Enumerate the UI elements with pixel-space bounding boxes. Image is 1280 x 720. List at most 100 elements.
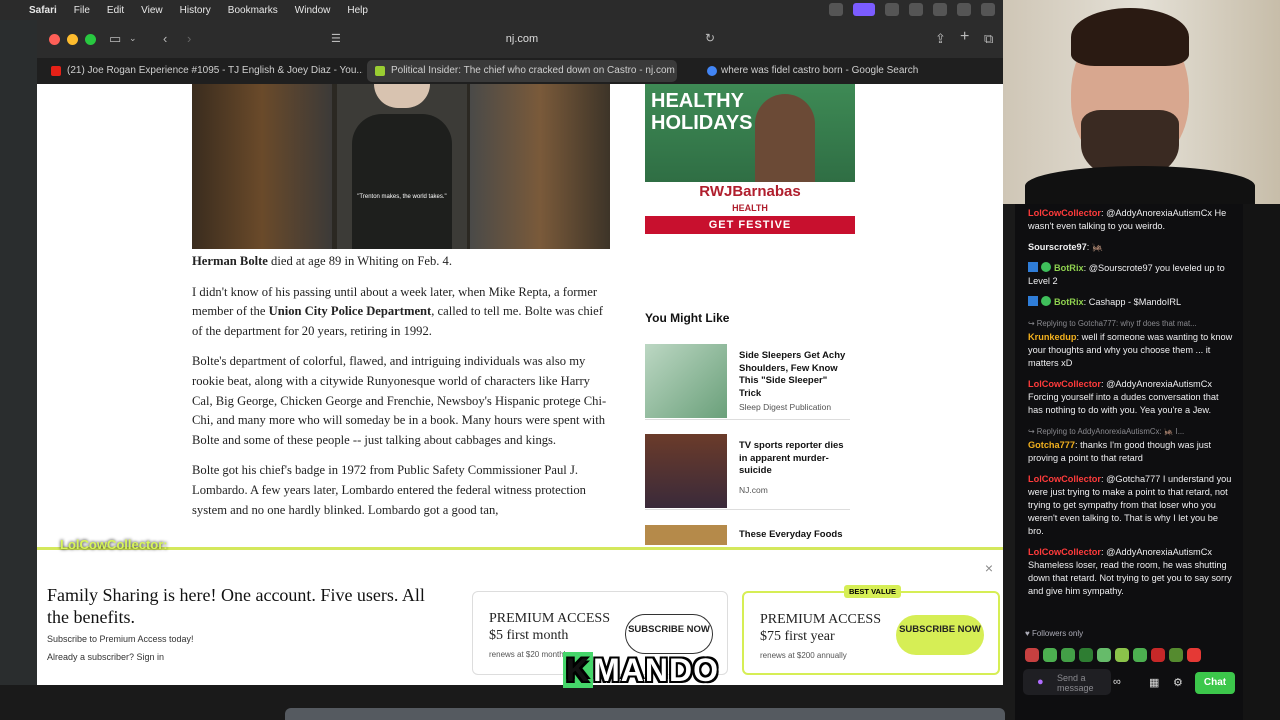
wifi-icon[interactable]: [981, 3, 995, 16]
chat-username[interactable]: LolCowCollector: [1028, 208, 1101, 218]
logo-k: K: [563, 652, 594, 688]
reply-context[interactable]: ↪ Replying to AddyAnorexiaAutismCx: 🦗 I.…: [1028, 425, 1233, 438]
sign-in-link[interactable]: Already a subscriber? Sign in: [47, 652, 164, 662]
reply-context[interactable]: ↪ Replying to Gotcha777: why tf does tha…: [1028, 317, 1233, 330]
premium-access-banner: × Family Sharing is here! One account. F…: [37, 547, 1003, 685]
emote-picker-icon[interactable]: ∞: [1113, 676, 1121, 688]
ad-brand-sub: HEALTH: [732, 203, 768, 213]
video-blur-left: [192, 84, 332, 249]
emote-icon[interactable]: [1043, 648, 1057, 662]
emote-icon[interactable]: [1025, 648, 1039, 662]
recommendation-item[interactable]: Side Sleepers Get Achy Shoulders, Few Kn…: [645, 344, 850, 420]
verified-badge-icon: [1041, 296, 1051, 306]
new-tab-icon[interactable]: +: [960, 28, 969, 46]
recommendation-title[interactable]: Side Sleepers Get Achy Shoulders, Few Kn…: [739, 350, 851, 400]
web-page: "Trenton makes, the world takes." Herman…: [37, 84, 1003, 685]
status-icon[interactable]: [909, 3, 923, 16]
tab-label: (21) Joe Rogan Experience #1095 - TJ Eng…: [67, 65, 363, 76]
chat-text: : 🦗: [1086, 242, 1104, 252]
chat-message: Sourscrote97: 🦗: [1028, 241, 1233, 254]
menu-view[interactable]: View: [141, 5, 163, 16]
zoom-window-button[interactable]: [85, 34, 96, 45]
safari-toolbar: ▭ ⌄ ‹ › ☰ nj.com ↻ ⇪ + ⧉: [37, 20, 1003, 58]
article-body: Herman Bolte died at age 89 in Whiting o…: [192, 252, 610, 531]
ad-logo: RWJBarnabas HEALTH: [645, 184, 855, 216]
tab-overview-icon[interactable]: ⧉: [984, 31, 993, 47]
recommendation-thumbnail: [645, 434, 727, 508]
recommendation-title[interactable]: TV sports reporter dies in apparent murd…: [739, 440, 851, 478]
advertisement[interactable]: HEALTHY HOLIDAYS RWJBarnabas HEALTH GET …: [645, 84, 855, 234]
tab-youtube[interactable]: (21) Joe Rogan Experience #1095 - TJ Eng…: [43, 60, 363, 82]
emote-icon[interactable]: [1133, 648, 1147, 662]
ad-image: HEALTHY HOLIDAYS: [645, 84, 855, 182]
emote-icon[interactable]: [1097, 648, 1111, 662]
stream-logo: KMANDO: [563, 652, 719, 689]
close-icon[interactable]: ×: [985, 560, 993, 576]
emote-icon[interactable]: [1187, 648, 1201, 662]
chat-username[interactable]: Gotcha777: [1028, 440, 1075, 450]
tab-google[interactable]: where was fidel castro born - Google Sea…: [681, 60, 981, 82]
youtube-icon: [51, 66, 61, 76]
menu-window[interactable]: Window: [295, 5, 331, 16]
menu-app-name[interactable]: Safari: [29, 5, 57, 16]
emote-icon[interactable]: [1169, 648, 1183, 662]
chat-message: LolCowCollector: @AddyAnorexiaAutismCx S…: [1028, 546, 1233, 598]
menu-edit[interactable]: Edit: [107, 5, 124, 16]
recommendation-item[interactable]: TV sports reporter dies in apparent murd…: [645, 434, 850, 510]
chevron-down-icon[interactable]: ⌄: [129, 33, 137, 44]
chat-username[interactable]: Krunkedup: [1028, 332, 1077, 342]
emote-icon[interactable]: [1151, 648, 1165, 662]
control-center-icon[interactable]: [957, 3, 971, 16]
gear-icon[interactable]: ⚙: [1173, 676, 1183, 689]
share-icon[interactable]: ⇪: [935, 31, 946, 47]
article-video[interactable]: "Trenton makes, the world takes.": [192, 84, 610, 249]
forward-icon[interactable]: ›: [187, 31, 191, 46]
safari-window: ▭ ⌄ ‹ › ☰ nj.com ↻ ⇪ + ⧉ (21) Joe Rogan …: [37, 20, 1003, 685]
screen-record-icon[interactable]: [853, 3, 875, 16]
ad-cta[interactable]: GET FESTIVE: [645, 216, 855, 234]
menu-bookmarks[interactable]: Bookmarks: [228, 5, 278, 16]
paragraph: Bolte's department of colorful, flawed, …: [192, 354, 607, 447]
chat-username[interactable]: LolCowCollector: [1028, 379, 1101, 389]
minimize-window-button[interactable]: [67, 34, 78, 45]
clock-icon[interactable]: [933, 3, 947, 16]
paragraph: I didn't know of his passing until about…: [192, 283, 610, 342]
chat-username[interactable]: BotRix: [1054, 263, 1084, 273]
sidebar-icon[interactable]: ▭: [109, 31, 121, 47]
status-icon[interactable]: [885, 3, 899, 16]
caption-name[interactable]: Herman Bolte: [192, 254, 268, 268]
menu-file[interactable]: File: [74, 5, 90, 16]
chat-username[interactable]: LolCowCollector: [1028, 547, 1101, 557]
chat-send-button[interactable]: Chat: [1195, 672, 1235, 694]
back-icon[interactable]: ‹: [163, 31, 167, 46]
subscribe-monthly-button[interactable]: SUBSCRIBE NOW: [625, 614, 713, 654]
desktop-right-edge: [1243, 204, 1280, 720]
status-icon[interactable]: [829, 3, 843, 16]
ad-brand: RWJBarnabas: [699, 183, 801, 200]
video-caption: "Trenton makes, the world takes.": [357, 194, 447, 200]
close-window-button[interactable]: [49, 34, 60, 45]
subscribe-yearly-button[interactable]: SUBSCRIBE NOW: [896, 615, 984, 655]
plan-name: PREMIUM ACCESS $5 first month: [489, 610, 610, 644]
menu-help[interactable]: Help: [347, 5, 368, 16]
store-icon[interactable]: ▦: [1149, 676, 1159, 689]
chat-message: ↪ Replying to AddyAnorexiaAutismCx: 🦗 I.…: [1028, 425, 1233, 465]
chat-username[interactable]: LolCowCollector: [1028, 474, 1101, 484]
premium-subtext: Subscribe to Premium Access today!: [47, 634, 194, 644]
chat-username[interactable]: Sourscrote97: [1028, 242, 1087, 252]
emote-icon[interactable]: [1115, 648, 1129, 662]
menu-history[interactable]: History: [180, 5, 211, 16]
tab-nj-com[interactable]: Political Insider: The chief who cracked…: [367, 60, 677, 82]
video-blur-right: [470, 84, 610, 249]
microphone-icon[interactable]: ●: [1037, 676, 1044, 688]
address-bar[interactable]: nj.com: [327, 28, 717, 50]
emote-icon[interactable]: [1061, 648, 1075, 662]
emote-icon[interactable]: [1079, 648, 1093, 662]
reload-icon[interactable]: ↻: [705, 31, 715, 45]
recommendation-title[interactable]: These Everyday Foods: [739, 529, 851, 542]
chat-message: LolCowCollector: @Gotcha777 I understand…: [1028, 473, 1233, 538]
chat-username[interactable]: BotRix: [1054, 297, 1084, 307]
video-person: [352, 114, 452, 249]
union-city-police-link[interactable]: Union City Police Department: [269, 304, 432, 318]
streamer-hair: [1071, 8, 1189, 66]
